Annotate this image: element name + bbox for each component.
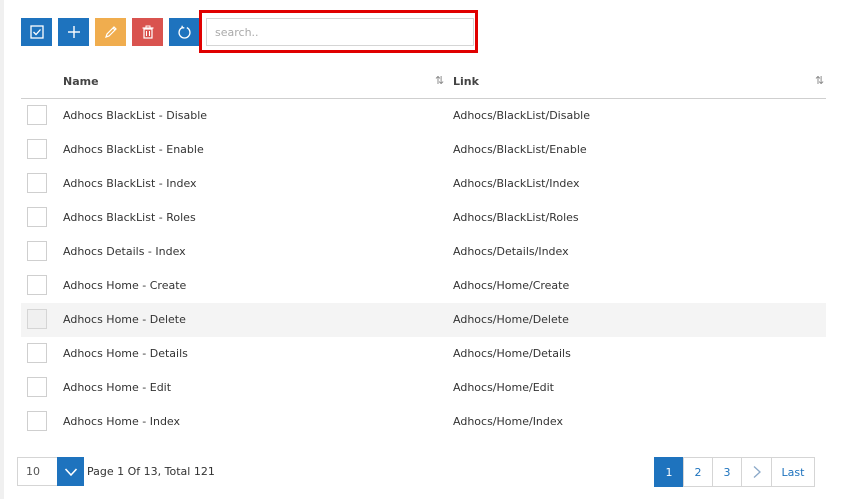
row-checkbox[interactable] [27, 105, 47, 125]
row-checkbox[interactable] [27, 241, 47, 261]
row-link: Adhocs/Details/Index [453, 245, 569, 258]
row-checkbox[interactable] [27, 343, 47, 363]
next-page-button[interactable] [741, 457, 772, 487]
row-name: Adhocs Home - Delete [63, 313, 186, 326]
row-checkbox[interactable] [27, 207, 47, 227]
row-name: Adhocs Details - Index [63, 245, 186, 258]
row-checkbox[interactable] [27, 275, 47, 295]
row-name: Adhocs Home - Details [63, 347, 188, 360]
delete-button[interactable] [132, 18, 163, 46]
row-link: Adhocs/BlackList/Enable [453, 143, 587, 156]
select-all-button[interactable] [21, 18, 52, 46]
sort-icon[interactable]: ⇅ [435, 74, 444, 87]
row-link: Adhocs/Home/Delete [453, 313, 569, 326]
table-row[interactable]: Adhocs BlackList - Disable Adhocs/BlackL… [21, 99, 826, 133]
page-info: Page 1 Of 13, Total 121 [87, 465, 215, 478]
page-size-select[interactable]: 10 [17, 457, 57, 486]
table-row[interactable]: Adhocs BlackList - Index Adhocs/BlackLis… [21, 167, 826, 201]
table-row-hovered[interactable]: Adhocs Home - Delete Adhocs/Home/Delete [21, 303, 826, 337]
table-row[interactable]: Adhocs BlackList - Enable Adhocs/BlackLi… [21, 133, 826, 167]
row-checkbox[interactable] [27, 377, 47, 397]
checkbox-icon [29, 25, 44, 39]
row-name: Adhocs BlackList - Index [63, 177, 197, 190]
row-name: Adhocs BlackList - Enable [63, 143, 204, 156]
row-link: Adhocs/Home/Index [453, 415, 563, 428]
table-row[interactable]: Adhocs Home - Index Adhocs/Home/Index [21, 405, 826, 439]
refresh-icon [178, 25, 191, 39]
table-row[interactable]: Adhocs Home - Create Adhocs/Home/Create [21, 269, 826, 303]
column-header-link[interactable]: Link [453, 75, 479, 88]
column-header-name[interactable]: Name [63, 75, 99, 88]
row-checkbox[interactable] [27, 309, 47, 329]
row-checkbox[interactable] [27, 411, 47, 431]
row-link: Adhocs/BlackList/Roles [453, 211, 579, 224]
row-name: Adhocs Home - Edit [63, 381, 172, 394]
left-rail [0, 0, 4, 499]
row-name: Adhocs BlackList - Roles [63, 211, 196, 224]
page-size-dropdown-button[interactable] [57, 457, 84, 486]
chevron-right-icon [753, 466, 761, 478]
sort-icon[interactable]: ⇅ [815, 74, 824, 87]
page-button-2[interactable]: 2 [683, 457, 713, 487]
page-button-1[interactable]: 1 [654, 457, 684, 487]
last-page-button[interactable]: Last [771, 457, 815, 487]
edit-button[interactable] [95, 18, 126, 46]
row-name: Adhocs Home - Index [63, 415, 181, 428]
row-link: Adhocs/BlackList/Disable [453, 109, 591, 122]
row-name: Adhocs Home - Create [63, 279, 187, 292]
trash-icon [142, 25, 153, 39]
row-checkbox[interactable] [27, 139, 47, 159]
page-button-3[interactable]: 3 [712, 457, 742, 487]
row-link: Adhocs/BlackList/Index [453, 177, 580, 190]
row-link: Adhocs/Home/Details [453, 347, 571, 360]
add-button[interactable] [58, 18, 89, 46]
table-row[interactable]: Adhocs Home - Details Adhocs/Home/Detail… [21, 337, 826, 371]
refresh-button[interactable] [169, 18, 200, 46]
row-name: Adhocs BlackList - Disable [63, 109, 208, 122]
search-input[interactable] [206, 18, 474, 46]
pagination: 1 2 3 Last [654, 457, 815, 487]
row-checkbox[interactable] [27, 173, 47, 193]
table-row[interactable]: Adhocs Details - Index Adhocs/Details/In… [21, 235, 826, 269]
pencil-icon [104, 26, 117, 38]
table-header: Name ⇅ Link ⇅ [21, 65, 826, 99]
table-row[interactable]: Adhocs Home - Edit Adhocs/Home/Edit [21, 371, 826, 405]
row-link: Adhocs/Home/Edit [453, 381, 554, 394]
row-link: Adhocs/Home/Create [453, 279, 570, 292]
plus-icon [67, 26, 80, 38]
data-table: Name ⇅ Link ⇅ Adhocs BlackList - Disable… [21, 65, 826, 439]
table-row[interactable]: Adhocs BlackList - Roles Adhocs/BlackLis… [21, 201, 826, 235]
chevron-down-icon [64, 467, 77, 476]
